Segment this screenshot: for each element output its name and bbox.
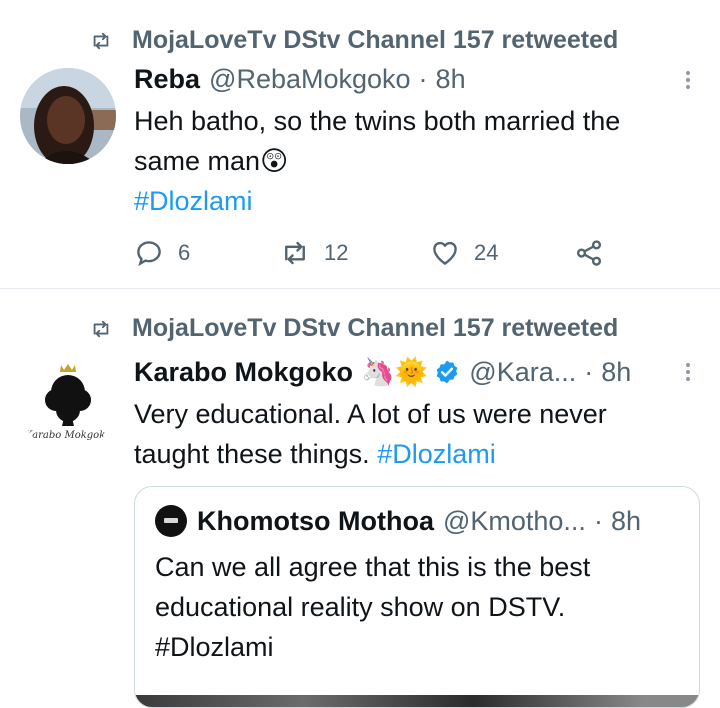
tweet-divider	[0, 288, 720, 289]
quote-header: Khomotso Mothoa @Kmotho... · 8h	[155, 505, 641, 537]
astonished-emoji: 😲	[260, 146, 289, 176]
tweet-text-line: same man	[134, 146, 261, 176]
author-name[interactable]: Karabo Mokgoko	[134, 357, 353, 388]
quote-hashtag: #Dlozlami	[155, 632, 274, 662]
retweet-context[interactable]: MojaLoveTv DStv Channel 157 retweeted	[88, 26, 618, 55]
quote-text-line: Can we all agree that this is the best	[155, 552, 591, 582]
avatar-script: Karabo Mokgoko	[24, 430, 112, 441]
tweet-karabo[interactable]: MojaLoveTv DStv Channel 157 retweeted Ka…	[0, 290, 720, 708]
separator: ·	[593, 505, 603, 536]
retweet-icon	[285, 241, 305, 265]
separator: ·	[418, 64, 428, 94]
retweet-button[interactable]: 12	[280, 238, 430, 268]
share-icon	[576, 240, 602, 266]
separator: ·	[584, 356, 594, 387]
quote-text-line: educational reality show on DSTV.	[155, 592, 566, 622]
user-photo-icon	[20, 68, 116, 164]
share-button[interactable]	[574, 238, 604, 268]
quote-timestamp: 8h	[610, 505, 641, 536]
verified-badge-icon	[436, 360, 458, 384]
quote-avatar[interactable]	[155, 505, 187, 537]
retweet-icon	[93, 32, 109, 49]
tweet-header: Karabo Mokgoko 🦄🌞 @Kara... · 8h	[134, 356, 631, 388]
quote-text: Can we all agree that this is the best e…	[155, 547, 685, 667]
timestamp[interactable]: 8h	[601, 357, 631, 388]
afro-logo-icon: Karabo Mokgoko	[20, 356, 116, 452]
author-name[interactable]: Reba	[134, 64, 200, 95]
avatar[interactable]	[20, 68, 116, 164]
avatar[interactable]: Karabo Mokgoko	[20, 356, 116, 452]
retweet-label: MojaLoveTv DStv Channel 157 retweeted	[132, 314, 619, 342]
heart-icon	[433, 241, 457, 265]
retweet-icon	[93, 320, 109, 337]
tweet-text-line: Very educational. A lot of us were never	[134, 399, 607, 429]
tweet-header: Reba @RebaMokgoko · 8h	[134, 64, 466, 95]
reply-count: 6	[178, 240, 191, 265]
retweet-context[interactable]: MojaLoveTv DStv Channel 157 retweeted	[88, 314, 618, 343]
hashtag-link[interactable]: #Dlozlami	[134, 186, 253, 216]
reply-icon	[137, 241, 161, 267]
tweet-text-line: taught these things.	[134, 439, 370, 469]
like-count: 24	[474, 240, 499, 265]
more-options-icon[interactable]	[686, 360, 690, 384]
tweet-text-line: Heh batho, so the twins both married the	[134, 106, 621, 136]
quote-author-handle: @Kmotho...	[442, 505, 586, 536]
author-handle[interactable]: @Kara...	[469, 357, 576, 388]
retweet-count: 12	[324, 240, 349, 265]
tweet-actions: 6 12 24	[134, 238, 604, 268]
quoted-tweet[interactable]: Khomotso Mothoa @Kmotho... · 8h Can we a…	[134, 486, 700, 708]
hashtag-link[interactable]: #Dlozlami	[377, 439, 496, 469]
tweet-reba[interactable]: MojaLoveTv DStv Channel 157 retweeted Re…	[0, 0, 720, 290]
like-button[interactable]: 24	[430, 238, 574, 268]
tweet-text: Heh batho, so the twins both married the…	[134, 101, 704, 221]
name-emojis: 🦄🌞	[361, 357, 429, 387]
tweet-text: Very educational. A lot of us were never…	[134, 394, 704, 474]
more-options-icon[interactable]	[686, 68, 690, 92]
quote-media-preview[interactable]	[135, 695, 699, 707]
timestamp[interactable]: 8h	[436, 64, 466, 95]
retweet-label: MojaLoveTv DStv Channel 157 retweeted	[132, 26, 619, 54]
author-handle[interactable]: @RebaMokgoko	[209, 64, 411, 95]
reply-button[interactable]: 6	[134, 238, 280, 268]
quote-author-name: Khomotso Mothoa	[197, 505, 434, 536]
